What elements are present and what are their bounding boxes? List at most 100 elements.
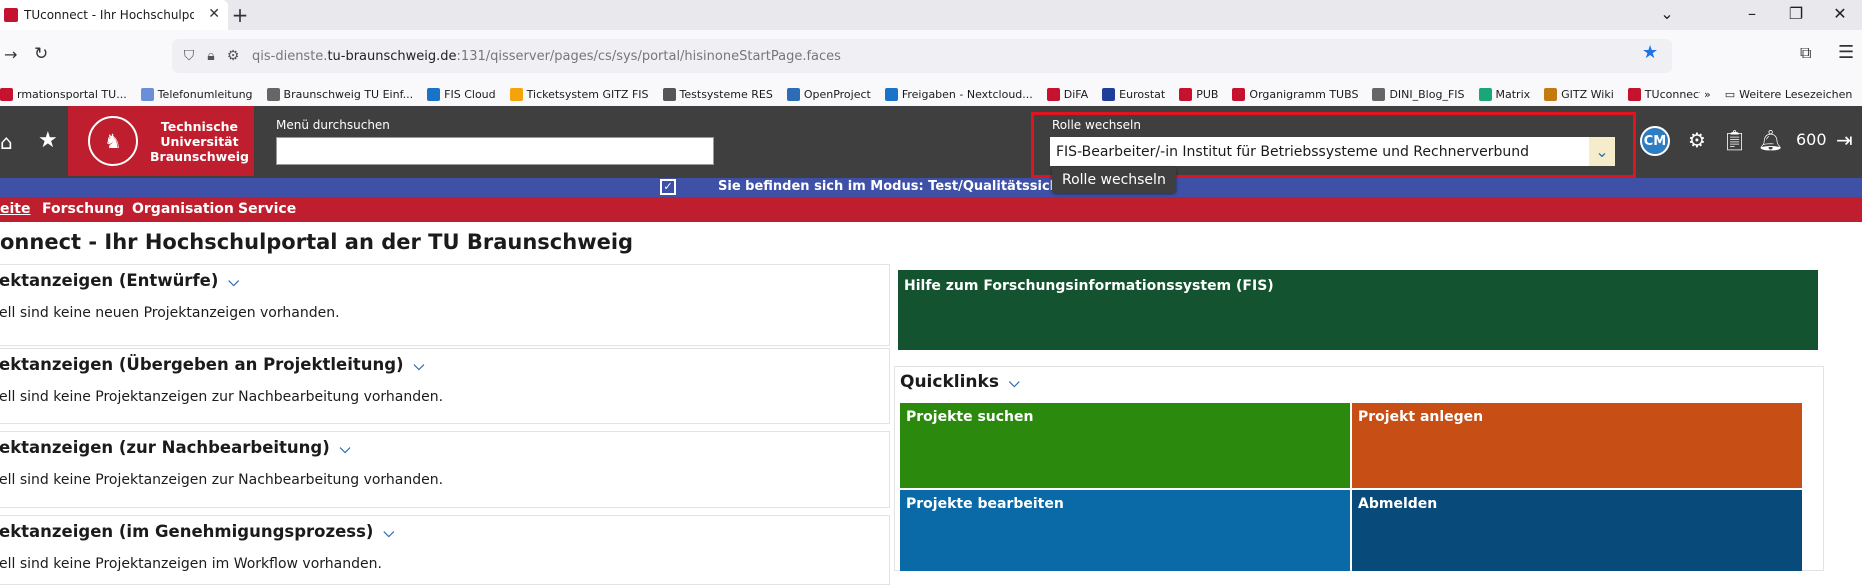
- panel-handed-over: ektanzeigen (Übergeben an Projektleitung…: [0, 348, 890, 424]
- permissions-icon[interactable]: ⚙: [222, 48, 244, 64]
- logout-icon[interactable]: ⇥: [1836, 128, 1853, 152]
- chevron-down-icon[interactable]: ⌵: [414, 358, 425, 374]
- bookmark-favicon-icon: [1179, 87, 1193, 101]
- tile-projekte-bearbeiten[interactable]: Projekte bearbeiten: [900, 490, 1350, 571]
- bookmark-favicon-icon: [1478, 87, 1492, 101]
- bookmark-item[interactable]: PUB: [1179, 87, 1219, 101]
- chevron-down-icon[interactable]: ⌵: [383, 525, 394, 541]
- bookmark-item[interactable]: Ticketsystem GITZ FIS: [509, 87, 649, 101]
- panel-rework: ektanzeigen (zur Nachbearbeitung) ⌵ ell s…: [0, 431, 890, 508]
- tab-list-chevron-icon[interactable]: ⌄: [1657, 4, 1677, 23]
- bookmark-item[interactable]: rmationsportal TU...: [0, 87, 127, 101]
- panel-title[interactable]: ektanzeigen (Entwürfe) ⌵: [0, 271, 239, 290]
- page-title: onnect - Ihr Hochschulportal an der TU B…: [0, 230, 634, 254]
- bookmark-label: Freigaben - Nextcloud...: [901, 87, 1033, 101]
- bookmark-favicon-icon: [1232, 87, 1246, 101]
- extensions-icon[interactable]: ⧉: [1800, 43, 1811, 63]
- panel-title[interactable]: ektanzeigen (Übergeben an Projektleitung…: [0, 355, 424, 374]
- bookmark-star-icon[interactable]: ★: [1642, 42, 1658, 63]
- browser-tab-bar: TUconnect - Ihr Hochschulportal ✕ + ⌄ – …: [0, 0, 1862, 30]
- bookmark-item[interactable]: TUconnect: [1627, 87, 1703, 101]
- tile-abmelden[interactable]: Abmelden: [1352, 490, 1802, 571]
- quicklinks-title[interactable]: Quicklinks ⌵: [900, 372, 1020, 392]
- favorites-star-icon[interactable]: ★: [38, 128, 58, 153]
- bookmark-label: rmationsportal TU...: [17, 87, 127, 101]
- maximize-window-button[interactable]: ❐: [1786, 4, 1806, 23]
- panel-drafts: ektanzeigen (Entwürfe) ⌵ ell sind keine n…: [0, 264, 890, 346]
- bookmark-item[interactable]: GITZ Wiki: [1544, 87, 1614, 101]
- bookmark-item[interactable]: OpenProject: [786, 87, 871, 101]
- nav-item-forschung[interactable]: Forschung: [42, 201, 124, 217]
- bookmark-item[interactable]: Organigramm TUBS: [1232, 87, 1359, 101]
- browser-tab[interactable]: TUconnect - Ihr Hochschulportal ✕: [0, 0, 228, 30]
- tu-braunschweig-logo[interactable]: ♞ Technische Universität Braunschweig: [68, 106, 254, 176]
- bookmark-item[interactable]: Eurostat: [1102, 87, 1165, 101]
- address-bar[interactable]: ⛉ 🔒︎ ⚙ qis-dienste.tu-braunschweig.de:13…: [172, 39, 1672, 73]
- panel-title[interactable]: ektanzeigen (zur Nachbearbeitung) ⌵: [0, 438, 350, 457]
- bookmark-label: DINI_Blog_FIS: [1389, 87, 1465, 101]
- bookmark-label: DiFA: [1063, 87, 1089, 101]
- panel-text: ell sind keine Projektanzeigen zur Nachb…: [0, 472, 444, 488]
- bookmark-favicon-icon: [1372, 87, 1386, 101]
- menu-search-input[interactable]: [276, 137, 714, 165]
- bookmark-favicon-icon: [662, 87, 676, 101]
- bookmark-item[interactable]: Testsysteme RES: [662, 87, 773, 101]
- bookmark-favicon-icon: [427, 87, 441, 101]
- notification-count: 600: [1796, 130, 1827, 149]
- university-seal-icon: ♞: [88, 116, 138, 166]
- clipboard-icon[interactable]: 📋︎: [1722, 128, 1747, 152]
- bookmark-favicon-icon: [1627, 87, 1641, 101]
- minimize-window-button[interactable]: –: [1742, 4, 1762, 23]
- tile-projekte-suchen[interactable]: Projekte suchen: [900, 403, 1350, 488]
- nav-item-service[interactable]: Service: [238, 201, 296, 217]
- bookmark-favicon-icon: [266, 87, 280, 101]
- gear-icon[interactable]: ⚙: [1688, 128, 1706, 152]
- home-icon[interactable]: ⌂: [0, 130, 13, 154]
- nav-item-startseite[interactable]: eite: [0, 201, 30, 217]
- bookmark-favicon-icon: [884, 87, 898, 101]
- lock-icon[interactable]: 🔒︎: [200, 48, 222, 64]
- main-nav: eite Forschung Organisation Service: [0, 197, 1862, 222]
- bookmark-item[interactable]: FIS Cloud: [427, 87, 496, 101]
- chevron-down-icon[interactable]: ⌵: [340, 441, 351, 457]
- bookmark-label: FIS Cloud: [444, 87, 496, 101]
- user-avatar[interactable]: CM: [1640, 126, 1670, 156]
- bell-icon[interactable]: 🔔︎: [1758, 128, 1783, 152]
- nav-item-organisation[interactable]: Organisation: [132, 201, 234, 217]
- bookmark-label: Organigramm TUBS: [1249, 87, 1359, 101]
- shield-icon[interactable]: ⛉: [178, 48, 200, 64]
- tab-favicon-icon: [4, 8, 18, 22]
- bookmark-item[interactable]: DINI_Blog_FIS: [1372, 87, 1465, 101]
- tab-title: TUconnect - Ihr Hochschulportal: [24, 8, 194, 22]
- bookmark-item[interactable]: Matrix: [1478, 87, 1530, 101]
- bookmark-item[interactable]: DiFA: [1046, 87, 1089, 101]
- bookmarks-overflow[interactable]: » ▭ Weitere Lesezeichen: [1700, 82, 1853, 106]
- bookmark-favicon-icon: [140, 87, 154, 101]
- bookmark-label: Ticketsystem GITZ FIS: [526, 87, 649, 101]
- folder-icon: ▭: [1724, 87, 1736, 101]
- bookmark-favicon-icon: [786, 87, 800, 101]
- chevron-double-right-icon[interactable]: »: [1704, 88, 1711, 101]
- close-tab-icon[interactable]: ✕: [208, 6, 220, 22]
- panel-title[interactable]: ektanzeigen (im Genehmigungsprozess) ⌵: [0, 522, 394, 541]
- bookmark-item[interactable]: Telefonumleitung: [140, 87, 253, 101]
- chevron-down-icon[interactable]: ⌵: [228, 274, 239, 290]
- logo-text: Technische Universität Braunschweig: [150, 118, 249, 164]
- back-arrow-icon[interactable]: →: [4, 45, 17, 64]
- tile-projekt-anlegen[interactable]: Projekt anlegen: [1352, 403, 1802, 488]
- close-window-button[interactable]: ✕: [1830, 4, 1850, 23]
- menu-icon[interactable]: ☰: [1838, 42, 1854, 63]
- chevron-down-icon[interactable]: ⌵: [1009, 375, 1020, 391]
- reload-icon[interactable]: ↻: [34, 44, 48, 64]
- other-bookmarks-label[interactable]: Weitere Lesezeichen: [1739, 88, 1852, 101]
- help-tile[interactable]: Hilfe zum Forschungsinformationssystem (…: [898, 270, 1818, 350]
- bookmark-label: GITZ Wiki: [1561, 87, 1614, 101]
- bookmark-item[interactable]: Freigaben - Nextcloud...: [884, 87, 1033, 101]
- bookmark-label: PUB: [1196, 87, 1219, 101]
- checkbox-icon: ✓: [660, 179, 676, 195]
- bookmarks-bar: rmationsportal TU... Telefonumleitung Brau…: [0, 82, 1862, 106]
- mode-bar: ✓ Sie befinden sich im Modus: Test/Quali…: [0, 178, 1862, 197]
- bookmark-item[interactable]: Braunschweig TU Einf...: [266, 87, 413, 101]
- new-tab-button[interactable]: +: [226, 3, 254, 27]
- panel-text: ell sind keine Projektanzeigen zur Nachb…: [0, 389, 444, 405]
